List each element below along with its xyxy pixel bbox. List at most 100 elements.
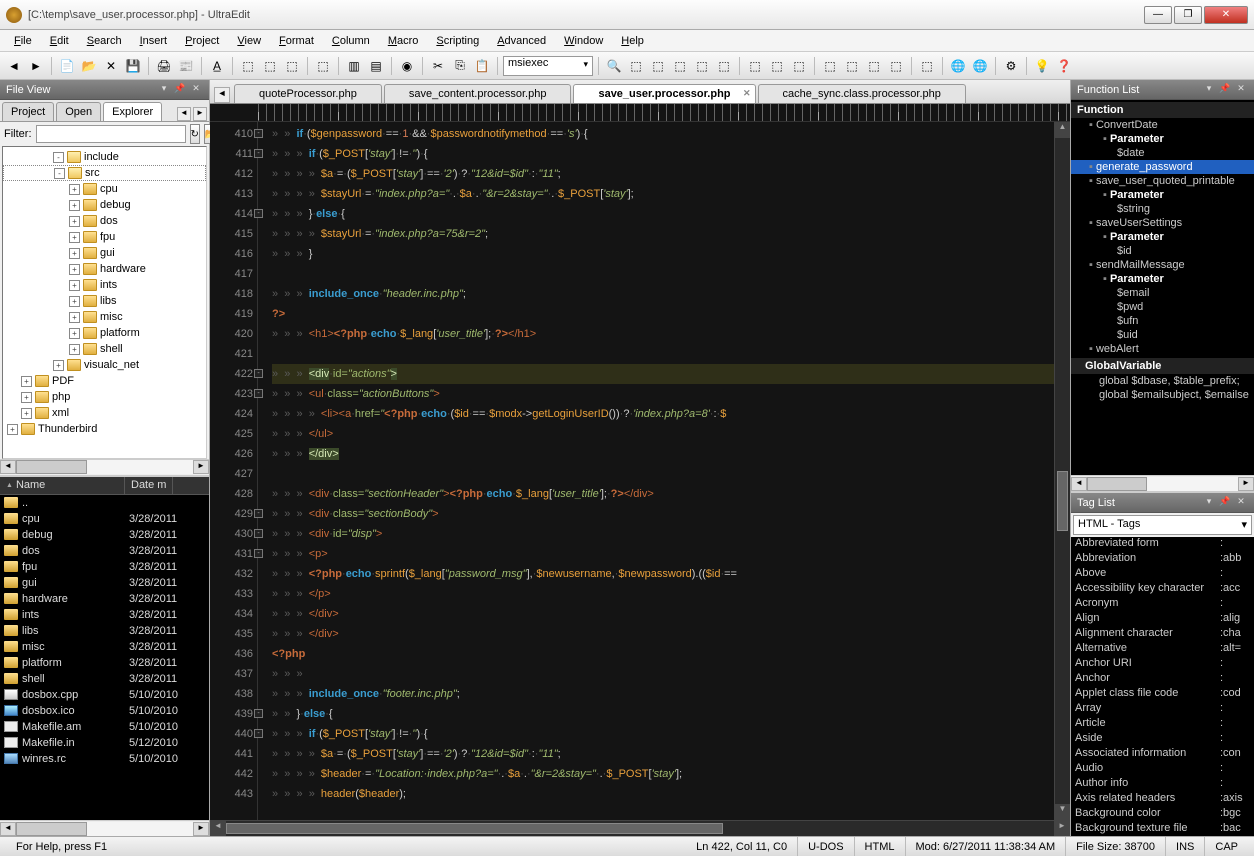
close-file-button[interactable]: ✕ [101,56,121,76]
scroll-down-icon[interactable]: ▼ [1055,804,1070,820]
editor-vscroll[interactable]: ▲ ▼ [1054,122,1070,820]
tree-item-fpu[interactable]: +fpu [3,229,206,245]
settings-button[interactable]: ⚙ [1001,56,1021,76]
function-list-body[interactable]: Function ConvertDateParameter$dategenera… [1071,100,1254,475]
col-name[interactable]: Name [0,477,125,494]
panel-menu-icon[interactable]: ▾ [157,83,171,97]
tab-prev-icon[interactable]: ◄ [177,107,191,121]
file-row[interactable]: debug3/28/2011 [0,527,209,543]
tree-item-platform[interactable]: +platform [3,325,206,341]
tag-row[interactable]: Aside: [1071,732,1254,747]
tag-row[interactable]: Array: [1071,702,1254,717]
file-row[interactable]: ints3/28/2011 [0,607,209,623]
bookmark-next-button[interactable]: ⬚ [767,56,787,76]
file-row[interactable]: dosbox.cpp5/10/2010 [0,687,209,703]
scroll-left-icon[interactable]: ◄ [0,822,16,836]
find-files-button[interactable]: ⬚ [670,56,690,76]
scroll-right-icon[interactable]: ► [193,822,209,836]
print-button[interactable]: 🖨 [154,56,174,76]
function-item[interactable]: $id [1071,244,1254,258]
new-button[interactable]: 📄 [57,56,77,76]
tool-button-10[interactable]: ⬚ [714,56,734,76]
tree-item-hardware[interactable]: +hardware [3,261,206,277]
tree-item-PDF[interactable]: +PDF [3,373,206,389]
menu-scripting[interactable]: Scripting [428,33,487,49]
function-item[interactable]: global $emailsubject, $emailse [1071,388,1254,402]
menu-file[interactable]: File [6,33,40,49]
tree-item-gui[interactable]: +gui [3,245,206,261]
file-row[interactable]: hardware3/28/2011 [0,591,209,607]
tag-row[interactable]: Axis related headers:axis [1071,792,1254,807]
tag-row[interactable]: Article: [1071,717,1254,732]
tag-list-combo[interactable]: HTML - Tags [1073,515,1252,535]
scroll-right-icon[interactable]: ► [1238,477,1254,491]
editor-tab[interactable]: save_user.processor.php✕ [573,84,755,103]
file-row[interactable]: misc3/28/2011 [0,639,209,655]
file-row[interactable]: platform3/28/2011 [0,655,209,671]
function-item[interactable]: $ufn [1071,314,1254,328]
tag-row[interactable]: Above: [1071,567,1254,582]
scroll-left-icon[interactable]: ◄ [1071,477,1087,491]
tag-row[interactable]: Alternative:alt= [1071,642,1254,657]
function-item[interactable]: ConvertDate [1071,118,1254,132]
file-row[interactable]: dos3/28/2011 [0,543,209,559]
panel-close-icon[interactable]: ✕ [189,83,203,97]
fileview-tab-open[interactable]: Open [56,102,101,121]
back-button[interactable]: ◄ [4,56,24,76]
fileview-tab-project[interactable]: Project [2,102,54,121]
bookmark-prev-button[interactable]: ⬚ [789,56,809,76]
menu-column[interactable]: Column [324,33,378,49]
panel-pin-icon[interactable]: 📌 [173,83,187,97]
tree-item-ints[interactable]: +ints [3,277,206,293]
file-row[interactable]: fpu3/28/2011 [0,559,209,575]
find-button[interactable]: 🔍 [604,56,624,76]
find-next-button[interactable]: ⬚ [626,56,646,76]
code-area[interactable]: » » if·($genpassword·==·1·&&·$passwordno… [258,122,1070,820]
editor-tab[interactable]: quoteProcessor.php [234,84,382,103]
save-button[interactable]: 💾 [123,56,143,76]
minimize-button[interactable]: — [1144,6,1172,24]
file-row[interactable]: gui3/28/2011 [0,575,209,591]
function-item[interactable]: $pwd [1071,300,1254,314]
tag-row[interactable]: Applet class file code:cod [1071,687,1254,702]
tag-row[interactable]: Abbreviation:abb [1071,552,1254,567]
about-button[interactable]: ❓ [1054,56,1074,76]
menu-project[interactable]: Project [177,33,227,49]
function-item[interactable]: webAlert [1071,342,1254,356]
toggle-button-1[interactable]: A̲ [207,56,227,76]
scroll-left-icon[interactable]: ◄ [0,460,16,474]
menu-view[interactable]: View [229,33,269,49]
tree-item-debug[interactable]: +debug [3,197,206,213]
file-row[interactable]: Makefile.in5/12/2010 [0,735,209,751]
tree-item-xml[interactable]: +xml [3,405,206,421]
tool-button-18[interactable]: ⬚ [917,56,937,76]
tool-button-9[interactable]: ⬚ [692,56,712,76]
editor-tab[interactable]: cache_sync.class.processor.php [758,84,966,103]
scroll-thumb[interactable] [16,822,87,836]
scroll-up-icon[interactable]: ▲ [1055,122,1070,138]
menu-window[interactable]: Window [556,33,611,49]
tree-item-php[interactable]: +php [3,389,206,405]
help-button[interactable]: 💡 [1032,56,1052,76]
maximize-button[interactable]: ❐ [1174,6,1202,24]
view-button[interactable]: ◉ [397,56,417,76]
bookmark-button[interactable]: ⬚ [745,56,765,76]
scroll-left-icon[interactable]: ◄ [210,821,226,836]
tool-button-1[interactable]: ⬚ [238,56,258,76]
tree-hscroll[interactable]: ◄ ► [0,459,209,475]
file-row[interactable]: shell3/28/2011 [0,671,209,687]
panel-menu-icon[interactable]: ▾ [1202,496,1216,510]
paste-button[interactable]: 📋 [472,56,492,76]
filter-refresh-button[interactable]: ↻ [190,124,200,144]
tool-button-16[interactable]: ⬚ [864,56,884,76]
function-item[interactable]: Parameter [1071,230,1254,244]
tag-row[interactable]: Background color:bgc [1071,807,1254,822]
file-row[interactable]: dosbox.ico5/10/2010 [0,703,209,719]
vscroll-thumb[interactable] [1057,471,1068,531]
scroll-thumb[interactable] [16,460,87,474]
function-item[interactable]: Parameter [1071,188,1254,202]
tree-item-dos[interactable]: +dos [3,213,206,229]
file-row[interactable]: Makefile.am5/10/2010 [0,719,209,735]
hscroll-thumb[interactable] [226,823,723,834]
file-row[interactable]: .. [0,495,209,511]
